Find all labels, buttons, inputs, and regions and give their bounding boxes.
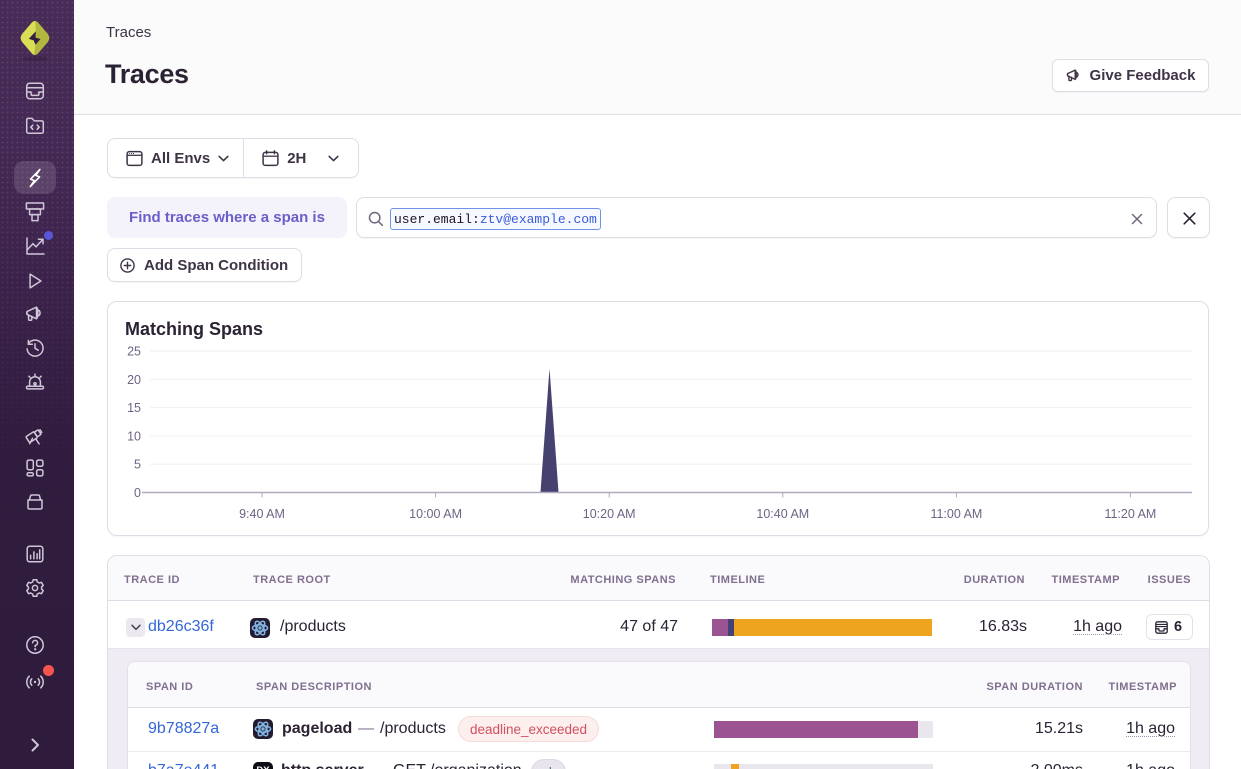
svg-text:0: 0 <box>134 486 141 500</box>
svg-text:15: 15 <box>127 401 141 415</box>
svg-text:11:00 AM: 11:00 AM <box>930 507 982 521</box>
svg-text:10:00 AM: 10:00 AM <box>409 507 462 521</box>
svg-text:20: 20 <box>127 373 141 387</box>
svg-text:9:40 AM: 9:40 AM <box>239 507 285 521</box>
svg-text:10:40 AM: 10:40 AM <box>756 507 809 521</box>
svg-text:10: 10 <box>127 429 141 443</box>
svg-text:10:20 AM: 10:20 AM <box>583 507 636 521</box>
svg-text:25: 25 <box>127 345 141 359</box>
svg-text:5: 5 <box>134 458 141 472</box>
svg-text:11:20 AM: 11:20 AM <box>1104 507 1156 521</box>
